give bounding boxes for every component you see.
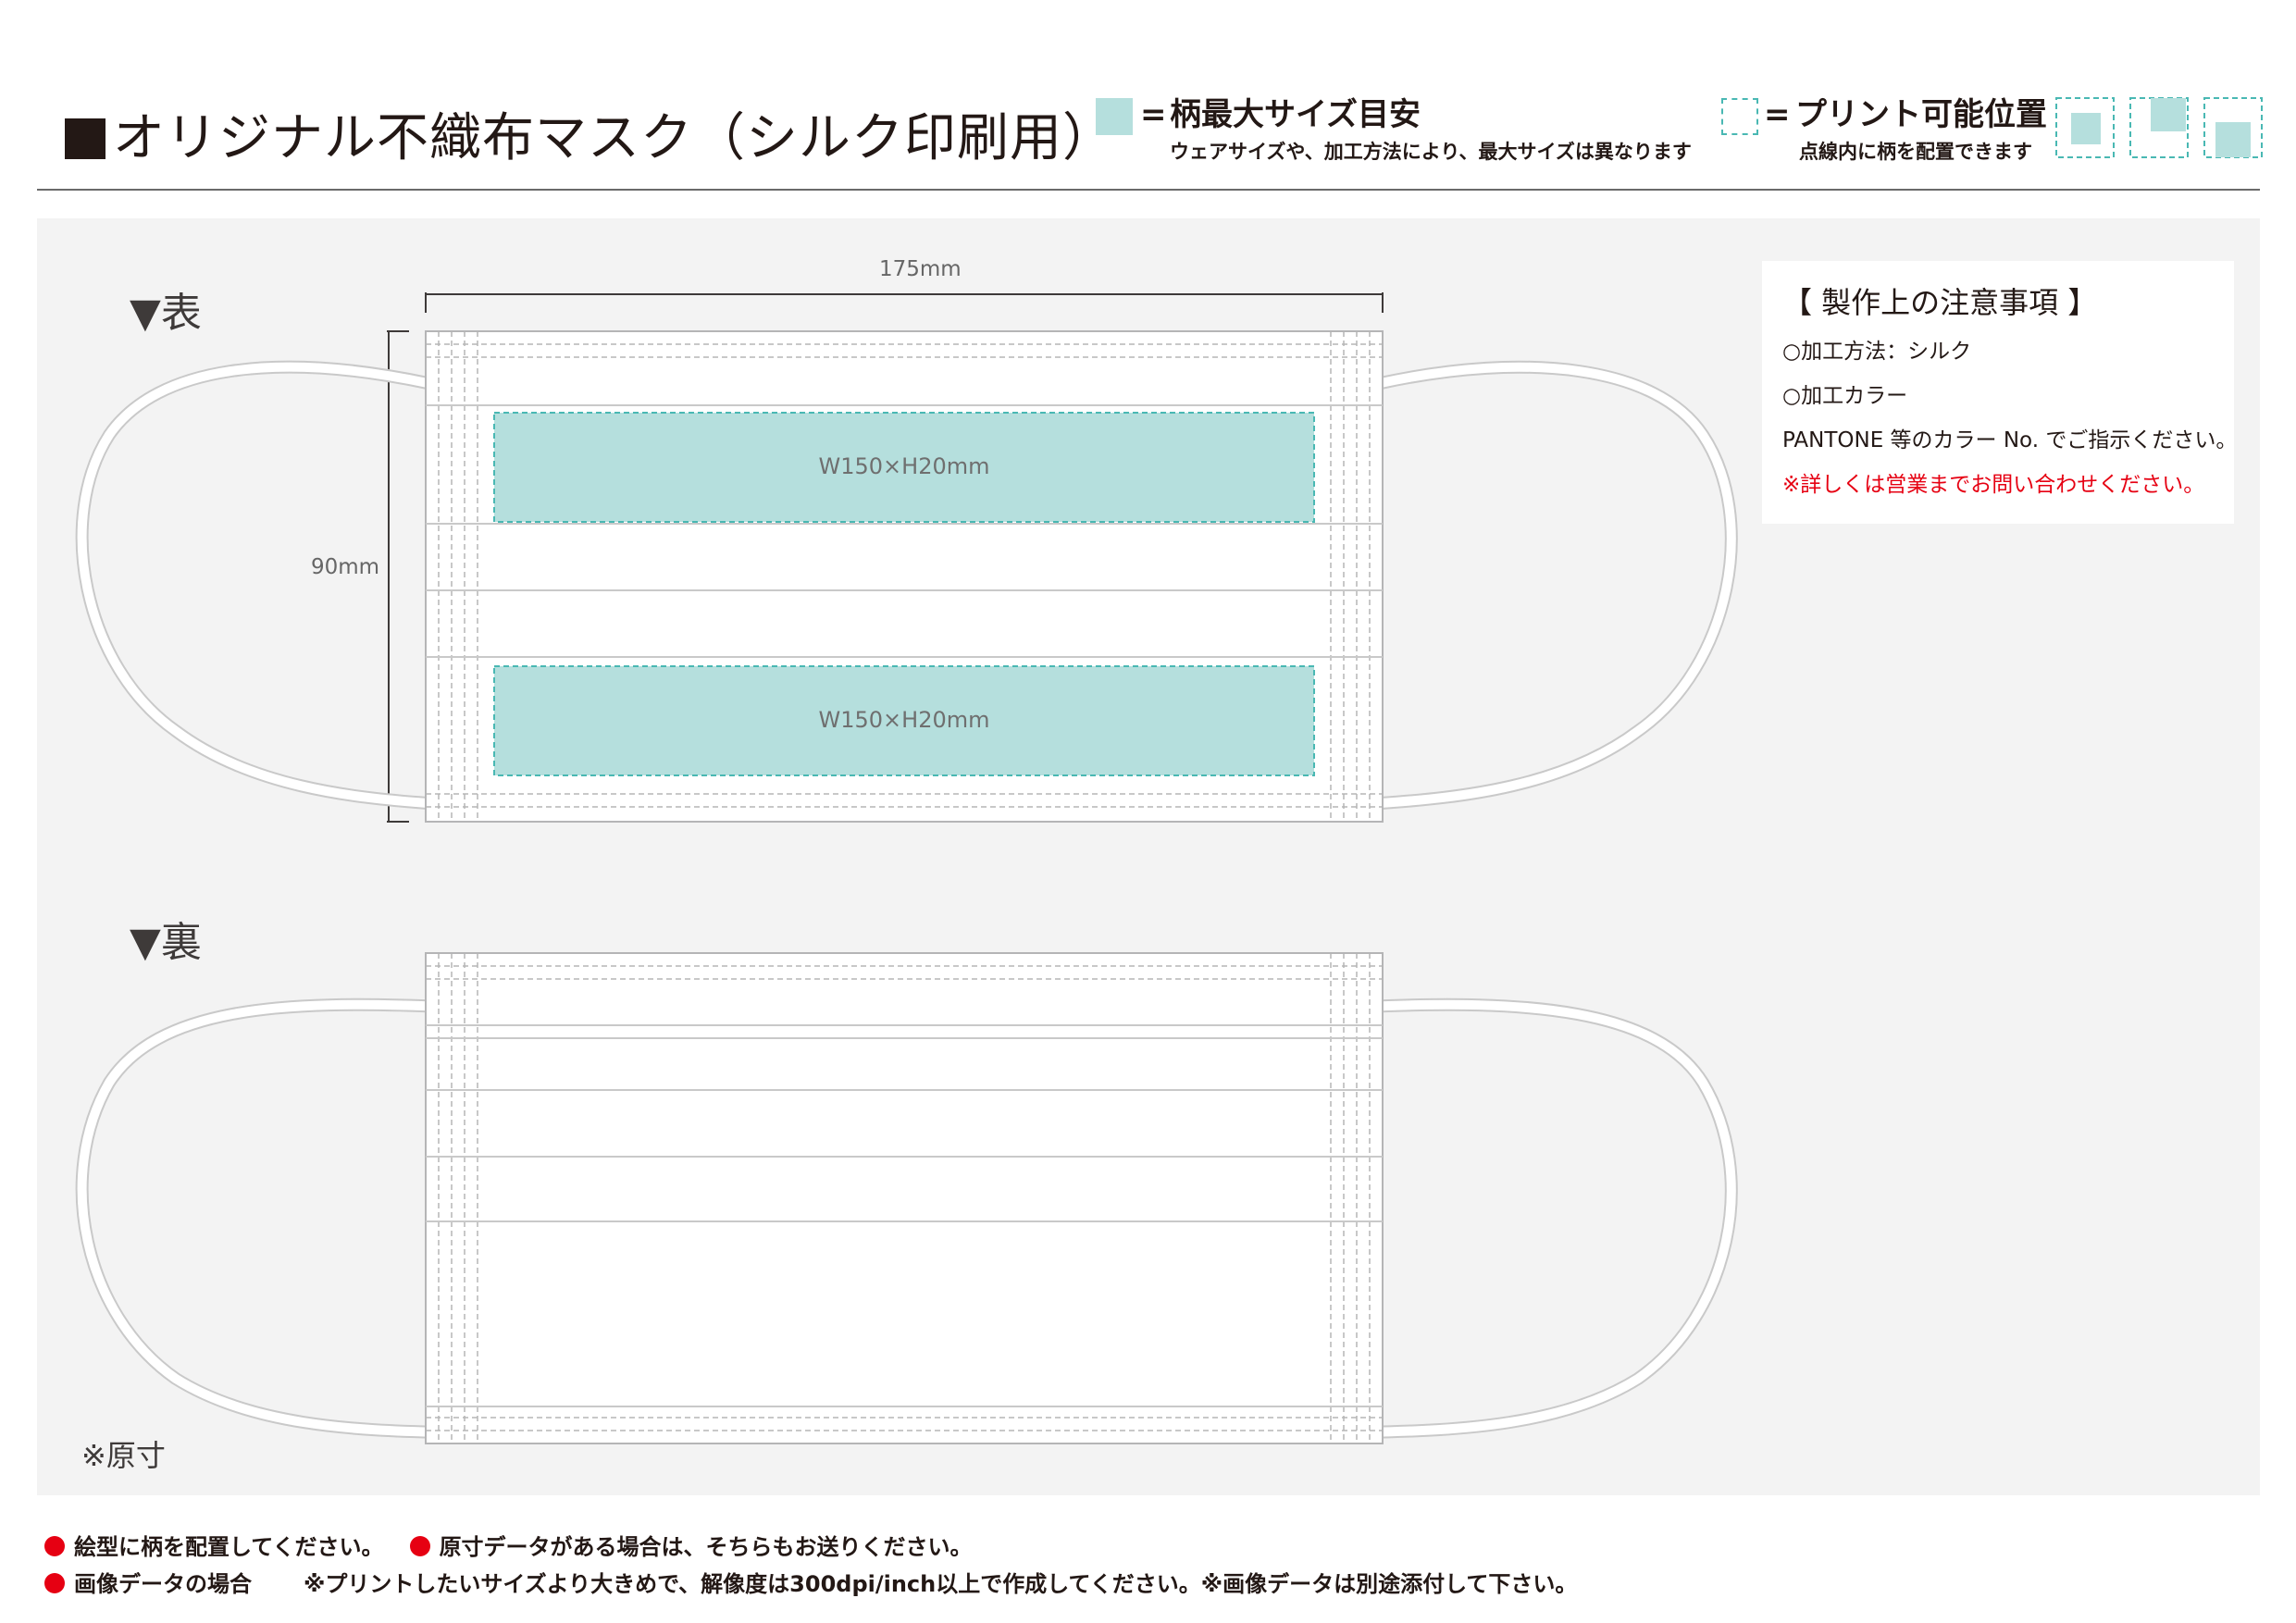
footer-row-2: 画像データの場合 ※プリントしたいサイズより大きめで、解像度は300dpi/inc… xyxy=(44,1566,1577,1598)
red-bullet-icon xyxy=(409,1536,430,1556)
back-mask-body xyxy=(425,952,1384,1444)
red-bullet-icon xyxy=(44,1573,65,1593)
notes-title: 【 製作上の注意事項 】 xyxy=(1782,285,2098,320)
footer-instruction-place: 絵型に柄を配置してください。 xyxy=(74,1534,384,1560)
footer-row-1: 絵型に柄を配置してください。 原寸データがある場合は、そちらもお送りください。 xyxy=(44,1529,973,1561)
note-contact-sales: ※詳しくは営業までお問い合わせください。 xyxy=(1782,473,2205,497)
production-notes-box: 【 製作上の注意事項 】 ○加工方法：シルク ○加工カラー PANTONE 等の… xyxy=(1762,261,2238,524)
red-bullet-icon xyxy=(44,1536,65,1556)
right-ear-loop-back xyxy=(1358,997,1738,1439)
note-pantone: PANTONE 等のカラー No. でご指示ください。 xyxy=(1782,428,2238,452)
note-processing-color: ○加工カラー xyxy=(1782,384,1908,408)
back-mask-drawing xyxy=(75,952,1738,1444)
footer-image-data-instructions: ※プリントしたいサイズより大きめで、解像度は300dpi/inch以上で作成して… xyxy=(304,1571,1578,1597)
footer-instruction-original-data: 原寸データがある場合は、そちらもお送りください。 xyxy=(439,1534,973,1560)
actual-size-note: ※原寸 xyxy=(81,1438,166,1473)
footer-image-data-label: 画像データの場合 xyxy=(74,1571,252,1597)
left-ear-loop-back xyxy=(75,997,451,1439)
note-processing-method: ○加工方法：シルク xyxy=(1782,340,1972,364)
